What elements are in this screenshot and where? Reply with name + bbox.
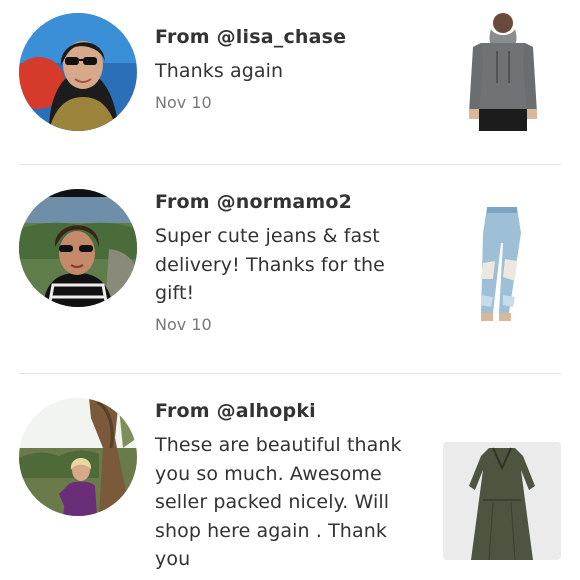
reviewer-username[interactable]: From @alhopki [155,398,427,424]
reviewer-username[interactable]: From @normamo2 [155,189,427,215]
jeans-icon [443,203,561,321]
reviewer-avatar[interactable] [19,189,137,307]
review-item: From @alhopki These are beautiful thank … [0,374,580,580]
review-comment: Super cute jeans & fast delivery! Thanks… [155,225,385,304]
sweater-icon [443,13,561,131]
dress-icon [443,442,561,560]
reviewer-avatar[interactable] [19,398,137,516]
review-date: Nov 10 [155,314,212,334]
listing-thumbnail[interactable] [443,442,561,560]
avatar-photo-icon [19,13,137,131]
listing-thumbnail[interactable] [443,203,561,321]
review-item: From @lisa_chase Thanks again Nov 10 [0,0,580,165]
avatar-photo-icon [19,189,137,307]
reviewer-avatar[interactable] [19,13,137,131]
review-comment: Thanks again [155,60,284,82]
review-item: From @normamo2 Super cute jeans & fast d… [0,165,580,374]
listing-thumbnail[interactable] [443,13,561,131]
review-date: Nov 10 [155,92,212,112]
love-notes-feed: From @lisa_chase Thanks again Nov 10 Fro… [0,0,580,580]
reviewer-username[interactable]: From @lisa_chase [155,24,427,50]
review-comment: These are beautiful thank you so much. A… [155,434,402,570]
avatar-photo-icon [19,398,137,516]
